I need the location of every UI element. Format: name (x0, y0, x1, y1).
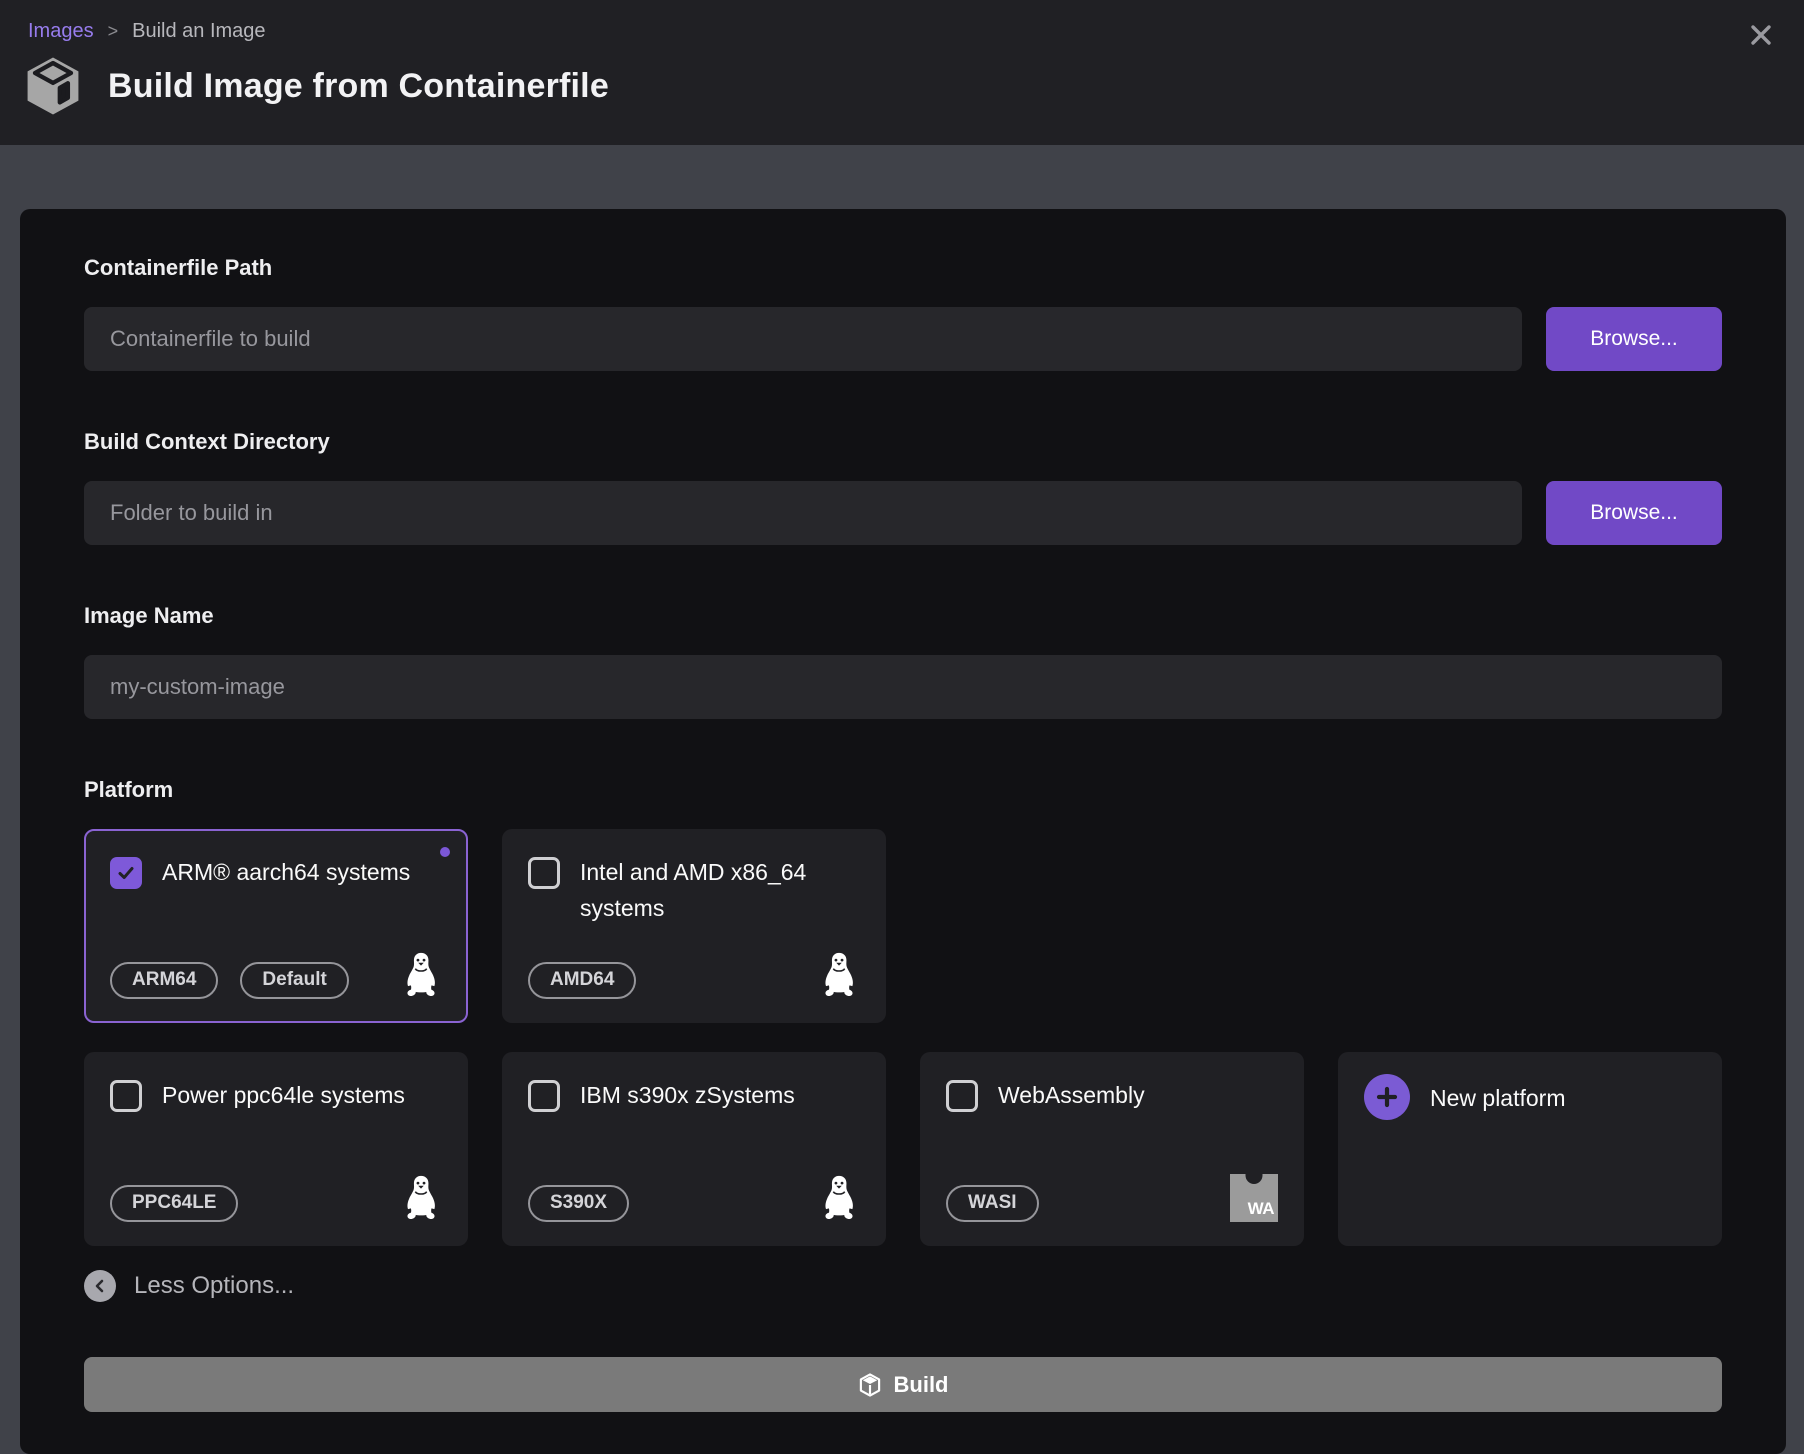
badge-default: Default (240, 962, 348, 999)
less-options-label: Less Options... (134, 1272, 294, 1300)
build-button-label: Build (894, 1372, 949, 1398)
linux-penguin-icon (818, 951, 860, 999)
webassembly-icon: WA (1230, 1174, 1278, 1222)
platform-name: ARM® aarch64 systems (162, 855, 410, 891)
build-context-input[interactable] (84, 481, 1522, 545)
close-button[interactable] (1746, 20, 1776, 50)
platform-name: Power ppc64le systems (162, 1078, 405, 1114)
image-cube-icon (22, 55, 84, 117)
breadcrumb-separator: > (108, 21, 119, 42)
image-name-label: Image Name (84, 603, 1722, 629)
build-button[interactable]: Build (84, 1357, 1722, 1412)
linux-penguin-icon (400, 1174, 442, 1222)
platform-name: WebAssembly (998, 1078, 1145, 1114)
selected-dot (440, 847, 450, 857)
platform-card-wasm[interactable]: WebAssembly WASI WA (920, 1052, 1304, 1246)
badge-amd64: AMD64 (528, 962, 636, 999)
new-platform-label: New platform (1430, 1081, 1565, 1117)
platform-card-amd64[interactable]: Intel and AMD x86_64 systems AMD64 (502, 829, 886, 1023)
platform-card-s390x[interactable]: IBM s390x zSystems S390X (502, 1052, 886, 1246)
amd64-checkbox[interactable] (528, 857, 560, 889)
platform-grid: ARM® aarch64 systems ARM64 Default (84, 829, 1722, 1246)
badge-s390x: S390X (528, 1185, 629, 1222)
ppc64le-checkbox[interactable] (110, 1080, 142, 1112)
platform-label: Platform (84, 777, 1722, 803)
badge-arm64: ARM64 (110, 962, 218, 999)
build-cube-icon (858, 1373, 882, 1397)
close-icon (1748, 22, 1774, 48)
containerfile-path-label: Containerfile Path (84, 255, 1722, 281)
breadcrumb: Images > Build an Image (22, 20, 1776, 43)
build-context-label: Build Context Directory (84, 429, 1722, 455)
image-name-group: Image Name (84, 603, 1722, 719)
breadcrumb-images-link[interactable]: Images (28, 20, 94, 43)
s390x-checkbox[interactable] (528, 1080, 560, 1112)
arm64-checkbox[interactable] (110, 857, 142, 889)
new-platform-card[interactable]: New platform (1338, 1052, 1722, 1246)
build-form-panel: Containerfile Path Browse... Build Conte… (20, 209, 1786, 1454)
image-name-input[interactable] (84, 655, 1722, 719)
check-icon (116, 863, 136, 883)
build-context-group: Build Context Directory Browse... (84, 429, 1722, 545)
dialog-header: Images > Build an Image Build Image from… (0, 0, 1804, 145)
linux-penguin-icon (818, 1174, 860, 1222)
platform-name: Intel and AMD x86_64 systems (580, 855, 860, 926)
page-title: Build Image from Containerfile (108, 67, 609, 106)
badge-ppc64le: PPC64LE (110, 1185, 238, 1222)
add-platform-icon (1364, 1074, 1410, 1120)
wasm-checkbox[interactable] (946, 1080, 978, 1112)
containerfile-path-input[interactable] (84, 307, 1522, 371)
platform-name: IBM s390x zSystems (580, 1078, 795, 1114)
platform-card-arm64[interactable]: ARM® aarch64 systems ARM64 Default (84, 829, 468, 1023)
less-options-toggle[interactable]: Less Options... (84, 1270, 294, 1302)
linux-penguin-icon (400, 951, 442, 999)
breadcrumb-current: Build an Image (132, 20, 265, 43)
badge-wasi: WASI (946, 1185, 1039, 1222)
chevron-left-icon (84, 1270, 116, 1302)
build-context-browse-button[interactable]: Browse... (1546, 481, 1722, 545)
platform-group: Platform ARM® aarch64 systems ARM64 (84, 777, 1722, 1246)
containerfile-path-group: Containerfile Path Browse... (84, 255, 1722, 371)
platform-card-ppc64le[interactable]: Power ppc64le systems PPC64LE (84, 1052, 468, 1246)
containerfile-browse-button[interactable]: Browse... (1546, 307, 1722, 371)
